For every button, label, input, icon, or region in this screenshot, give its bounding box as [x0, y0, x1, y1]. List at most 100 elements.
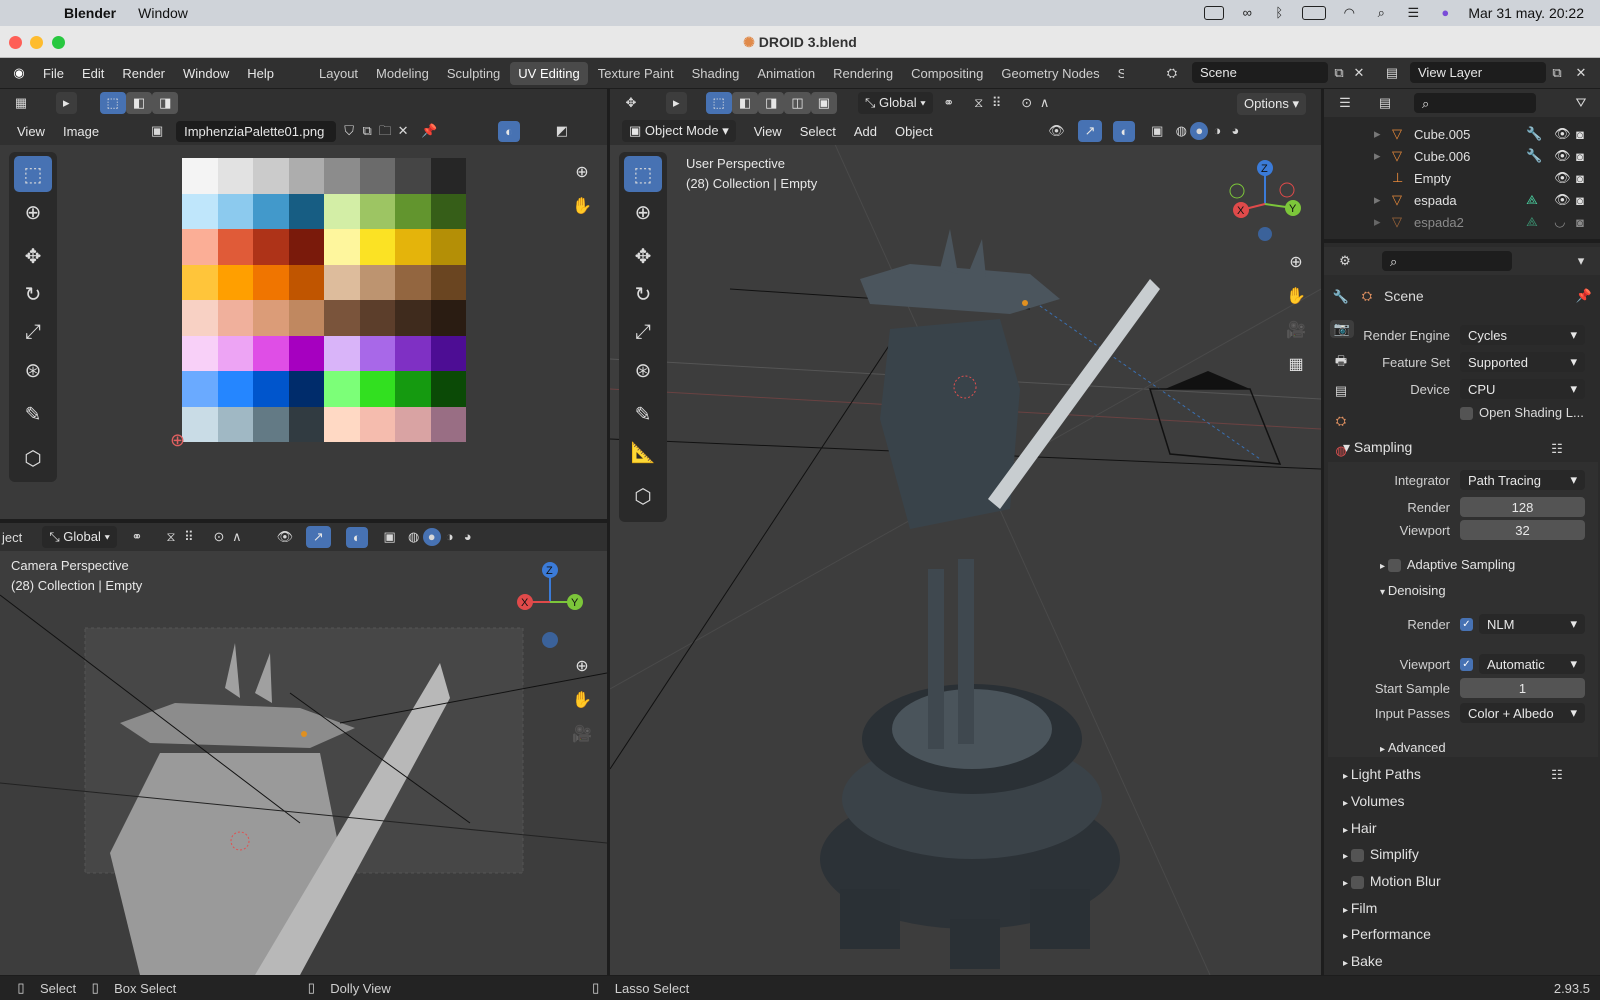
advanced-subpanel[interactable]: ▸ Advanced — [1380, 740, 1446, 755]
camera-pan-icon[interactable]: ✋ — [568, 686, 596, 714]
bake-panel[interactable]: ▸ Bake — [1343, 953, 1383, 969]
expand-icon[interactable]: ▸ — [1374, 148, 1392, 164]
camera-mode-dropdown[interactable]: ject — [2, 530, 22, 545]
viewport-zoom-icon[interactable]: ⊕ — [1282, 248, 1310, 276]
viewport-select-extend-icon[interactable]: ◧ — [731, 92, 759, 114]
sampling-panel-header[interactable]: ▾ Sampling — [1343, 439, 1412, 456]
pin-icon[interactable]: 📌 — [420, 122, 438, 140]
viewport-menu-object[interactable]: Object — [886, 124, 942, 139]
palette-image[interactable] — [182, 158, 466, 442]
delete-view-layer-icon[interactable]: ✕ — [1572, 64, 1590, 82]
select-mode-extend-icon[interactable]: ◧ — [125, 92, 153, 114]
hidden-eye-icon[interactable]: ◡ — [1554, 214, 1576, 230]
input-passes-dropdown[interactable]: Color + Albedo ▾ — [1460, 703, 1585, 723]
viewport-menu-view[interactable]: View — [745, 124, 791, 139]
viewport-select-tool-icon[interactable]: ▸ — [666, 92, 687, 114]
outliner-item-cube005[interactable]: ▸ ▽ Cube.005 🔧 👁 ◙ — [1374, 123, 1584, 145]
viewport-pivot-icon[interactable]: ⚭ — [940, 94, 958, 112]
light-paths-panel[interactable]: ▸ Light Paths — [1343, 766, 1421, 782]
control-center-icon[interactable]: ☰ — [1404, 4, 1422, 22]
render-camera-icon[interactable]: ◙ — [1576, 193, 1584, 208]
render-engine-dropdown[interactable]: Cycles ▾ — [1460, 325, 1585, 345]
image-name-field[interactable]: ImphenziaPalette01.png — [176, 120, 337, 142]
viewport-visibility-icon[interactable]: 👁 — [1048, 122, 1066, 140]
viewport-pan-icon[interactable]: ✋ — [1282, 282, 1310, 310]
rotate-tool[interactable]: ↻ — [624, 276, 662, 312]
viewport-material-icon[interactable]: ◑ — [1208, 122, 1226, 140]
motion-blur-checkbox[interactable] — [1350, 875, 1364, 889]
tab-scripting[interactable]: S — [1110, 62, 1124, 85]
camera-gizmo-icon[interactable]: ↗ — [305, 526, 331, 548]
denoise-render-checkbox[interactable]: ✓ — [1460, 617, 1473, 631]
tab-texture-paint[interactable]: Texture Paint — [590, 62, 682, 85]
move-tool[interactable]: ✥ — [624, 238, 662, 274]
scale-tool[interactable]: ⤢ — [624, 314, 662, 350]
camera-falloff-icon[interactable]: ∧ — [228, 528, 246, 546]
select-tool-icon[interactable]: ▸ — [56, 92, 77, 114]
viewport-select-subtract-icon[interactable]: ◨ — [758, 92, 785, 114]
menubar-clock[interactable]: Mar 31 may. 20:22 — [1468, 5, 1584, 21]
tab-compositing[interactable]: Compositing — [903, 62, 991, 85]
camera-visibility-icon[interactable]: 👁 — [276, 528, 294, 546]
viewport-falloff-icon[interactable]: ∧ — [1036, 94, 1054, 112]
outliner-item-empty[interactable]: ⊥ Empty 👁 ◙ — [1374, 167, 1584, 189]
performance-panel[interactable]: ▸ Performance — [1343, 926, 1431, 942]
bluetooth-icon[interactable]: ᛒ — [1270, 4, 1288, 22]
viewport-gizmo-icon[interactable]: ↗ — [1077, 120, 1103, 142]
uv-zoom-icon[interactable]: ⊕ — [568, 158, 596, 186]
render-disabled-icon[interactable]: ◙ — [1576, 215, 1584, 230]
viewport-menu-add[interactable]: Add — [845, 124, 886, 139]
creative-cloud-icon[interactable]: ∞ — [1238, 4, 1256, 22]
expand-icon[interactable]: ▸ — [1374, 126, 1392, 142]
denoise-viewport-dropdown[interactable]: Automatic ▾ — [1479, 654, 1585, 674]
hair-panel[interactable]: ▸ Hair — [1343, 820, 1376, 836]
film-panel[interactable]: ▸ Film — [1343, 900, 1377, 916]
viewport-proportional-icon[interactable]: ⊙ — [1018, 94, 1036, 112]
tab-geometry-nodes[interactable]: Geometry Nodes — [993, 62, 1107, 85]
select-box-tool[interactable]: ⬚ — [624, 156, 662, 192]
view-layer-field[interactable]: View Layer — [1410, 62, 1546, 83]
denoise-render-dropdown[interactable]: NLM ▾ — [1479, 614, 1585, 634]
render-camera-icon[interactable]: ◙ — [1576, 149, 1584, 164]
viewport-solid-icon[interactable]: ● — [1190, 122, 1209, 140]
measure-tool[interactable]: 📐 — [624, 434, 662, 470]
uv-menu-image[interactable]: Image — [54, 124, 108, 139]
open-shading-checkbox[interactable]: Open Shading L... — [1460, 405, 1590, 421]
cursor-tool[interactable]: ⊕ — [624, 194, 662, 230]
denoising-subpanel[interactable]: ▾ Denoising — [1380, 583, 1446, 598]
viewport-xray-icon[interactable]: ▣ — [1148, 122, 1166, 140]
delete-scene-icon[interactable]: ✕ — [1350, 64, 1368, 82]
adaptive-sampling-checkbox[interactable] — [1387, 559, 1401, 573]
fake-user-icon[interactable]: ⛉ — [340, 122, 358, 140]
properties-search-input[interactable]: ⌕ — [1382, 251, 1512, 271]
camera-view-icon[interactable]: 🎥 — [568, 720, 596, 748]
camera-navigation-gizmo[interactable]: Z X Y — [515, 560, 585, 650]
checkbox-icon[interactable] — [1460, 407, 1473, 421]
uv-move-tool[interactable]: ✥ — [14, 238, 52, 274]
tab-modeling[interactable]: Modeling — [368, 62, 437, 85]
uv-overlay-icon[interactable]: ◐ — [498, 120, 520, 142]
camera-rendered-icon[interactable]: ◕ — [459, 528, 477, 546]
volumes-panel[interactable]: ▸ Volumes — [1343, 793, 1405, 809]
visibility-eye-icon[interactable]: 👁 — [1554, 126, 1576, 142]
viewport-rendered-icon[interactable]: ◕ — [1226, 122, 1244, 140]
select-mode-new-icon[interactable]: ⬚ — [99, 92, 126, 114]
viewport-camera-icon[interactable]: 🎥 — [1282, 316, 1310, 344]
annotate-tool[interactable]: ✎ — [624, 396, 662, 432]
viewport-select-new-icon[interactable]: ⬚ — [705, 92, 732, 114]
new-scene-icon[interactable]: ⧉ — [1330, 64, 1348, 82]
display-icon[interactable] — [1204, 6, 1225, 20]
tab-uv-editing[interactable]: UV Editing — [510, 61, 588, 85]
select-mode-subtract-icon[interactable]: ◨ — [152, 92, 179, 114]
unlink-image-icon[interactable]: ✕ — [394, 122, 412, 140]
visibility-eye-icon[interactable]: 👁 — [1554, 148, 1576, 164]
scene-field[interactable]: Scene — [1192, 62, 1328, 83]
camera-snap-grid-icon[interactable]: ⠿ — [180, 528, 198, 546]
viewport-navigation-gizmo[interactable]: Z X Y — [1227, 158, 1303, 244]
camera-xray-icon[interactable]: ▣ — [381, 528, 399, 546]
search-icon[interactable]: ⌕ — [1372, 4, 1390, 22]
open-image-icon[interactable]: 🗀 — [376, 122, 394, 140]
tab-layout[interactable]: Layout — [311, 62, 366, 85]
visibility-eye-icon[interactable]: 👁 — [1554, 192, 1576, 208]
display-channels-icon[interactable]: ◩ — [553, 122, 571, 140]
